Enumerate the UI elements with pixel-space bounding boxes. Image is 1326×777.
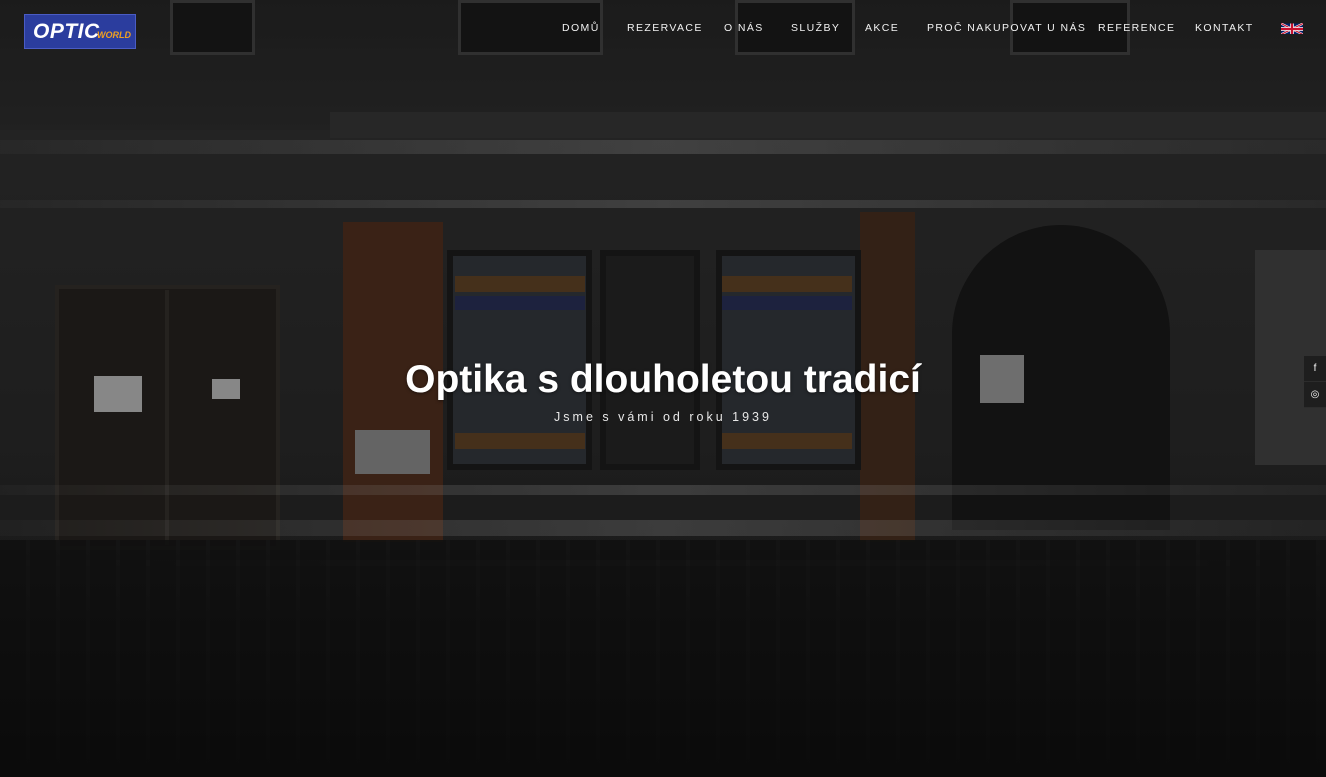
social-links: f ◎ bbox=[1304, 356, 1326, 408]
nav-item-o-nas[interactable]: O NÁS bbox=[724, 22, 764, 34]
nav-item-sluzby[interactable]: SLUŽBY bbox=[791, 22, 840, 34]
hero-title: Optika s dlouholetou tradicí bbox=[405, 358, 921, 401]
main-navigation: DOMŮ REZERVACE O NÁS SLUŽBY AKCE PROČ NA… bbox=[0, 22, 1326, 36]
nav-item-kontakt[interactable]: KONTAKT bbox=[1195, 22, 1254, 34]
nav-item-proc-nakupovat[interactable]: PROČ NAKUPOVAT U NÁS bbox=[927, 22, 1086, 34]
facebook-icon[interactable]: f bbox=[1304, 356, 1326, 382]
nav-item-domu[interactable]: DOMŮ bbox=[562, 22, 600, 34]
hero-subtitle: Jsme s vámi od roku 1939 bbox=[554, 410, 772, 424]
nav-item-akce[interactable]: AKCE bbox=[865, 22, 899, 34]
nav-item-reference[interactable]: REFERENCE bbox=[1098, 22, 1175, 34]
uk-flag-icon[interactable] bbox=[1281, 22, 1303, 34]
instagram-icon[interactable]: ◎ bbox=[1304, 382, 1326, 408]
nav-item-rezervace[interactable]: REZERVACE bbox=[627, 22, 703, 34]
